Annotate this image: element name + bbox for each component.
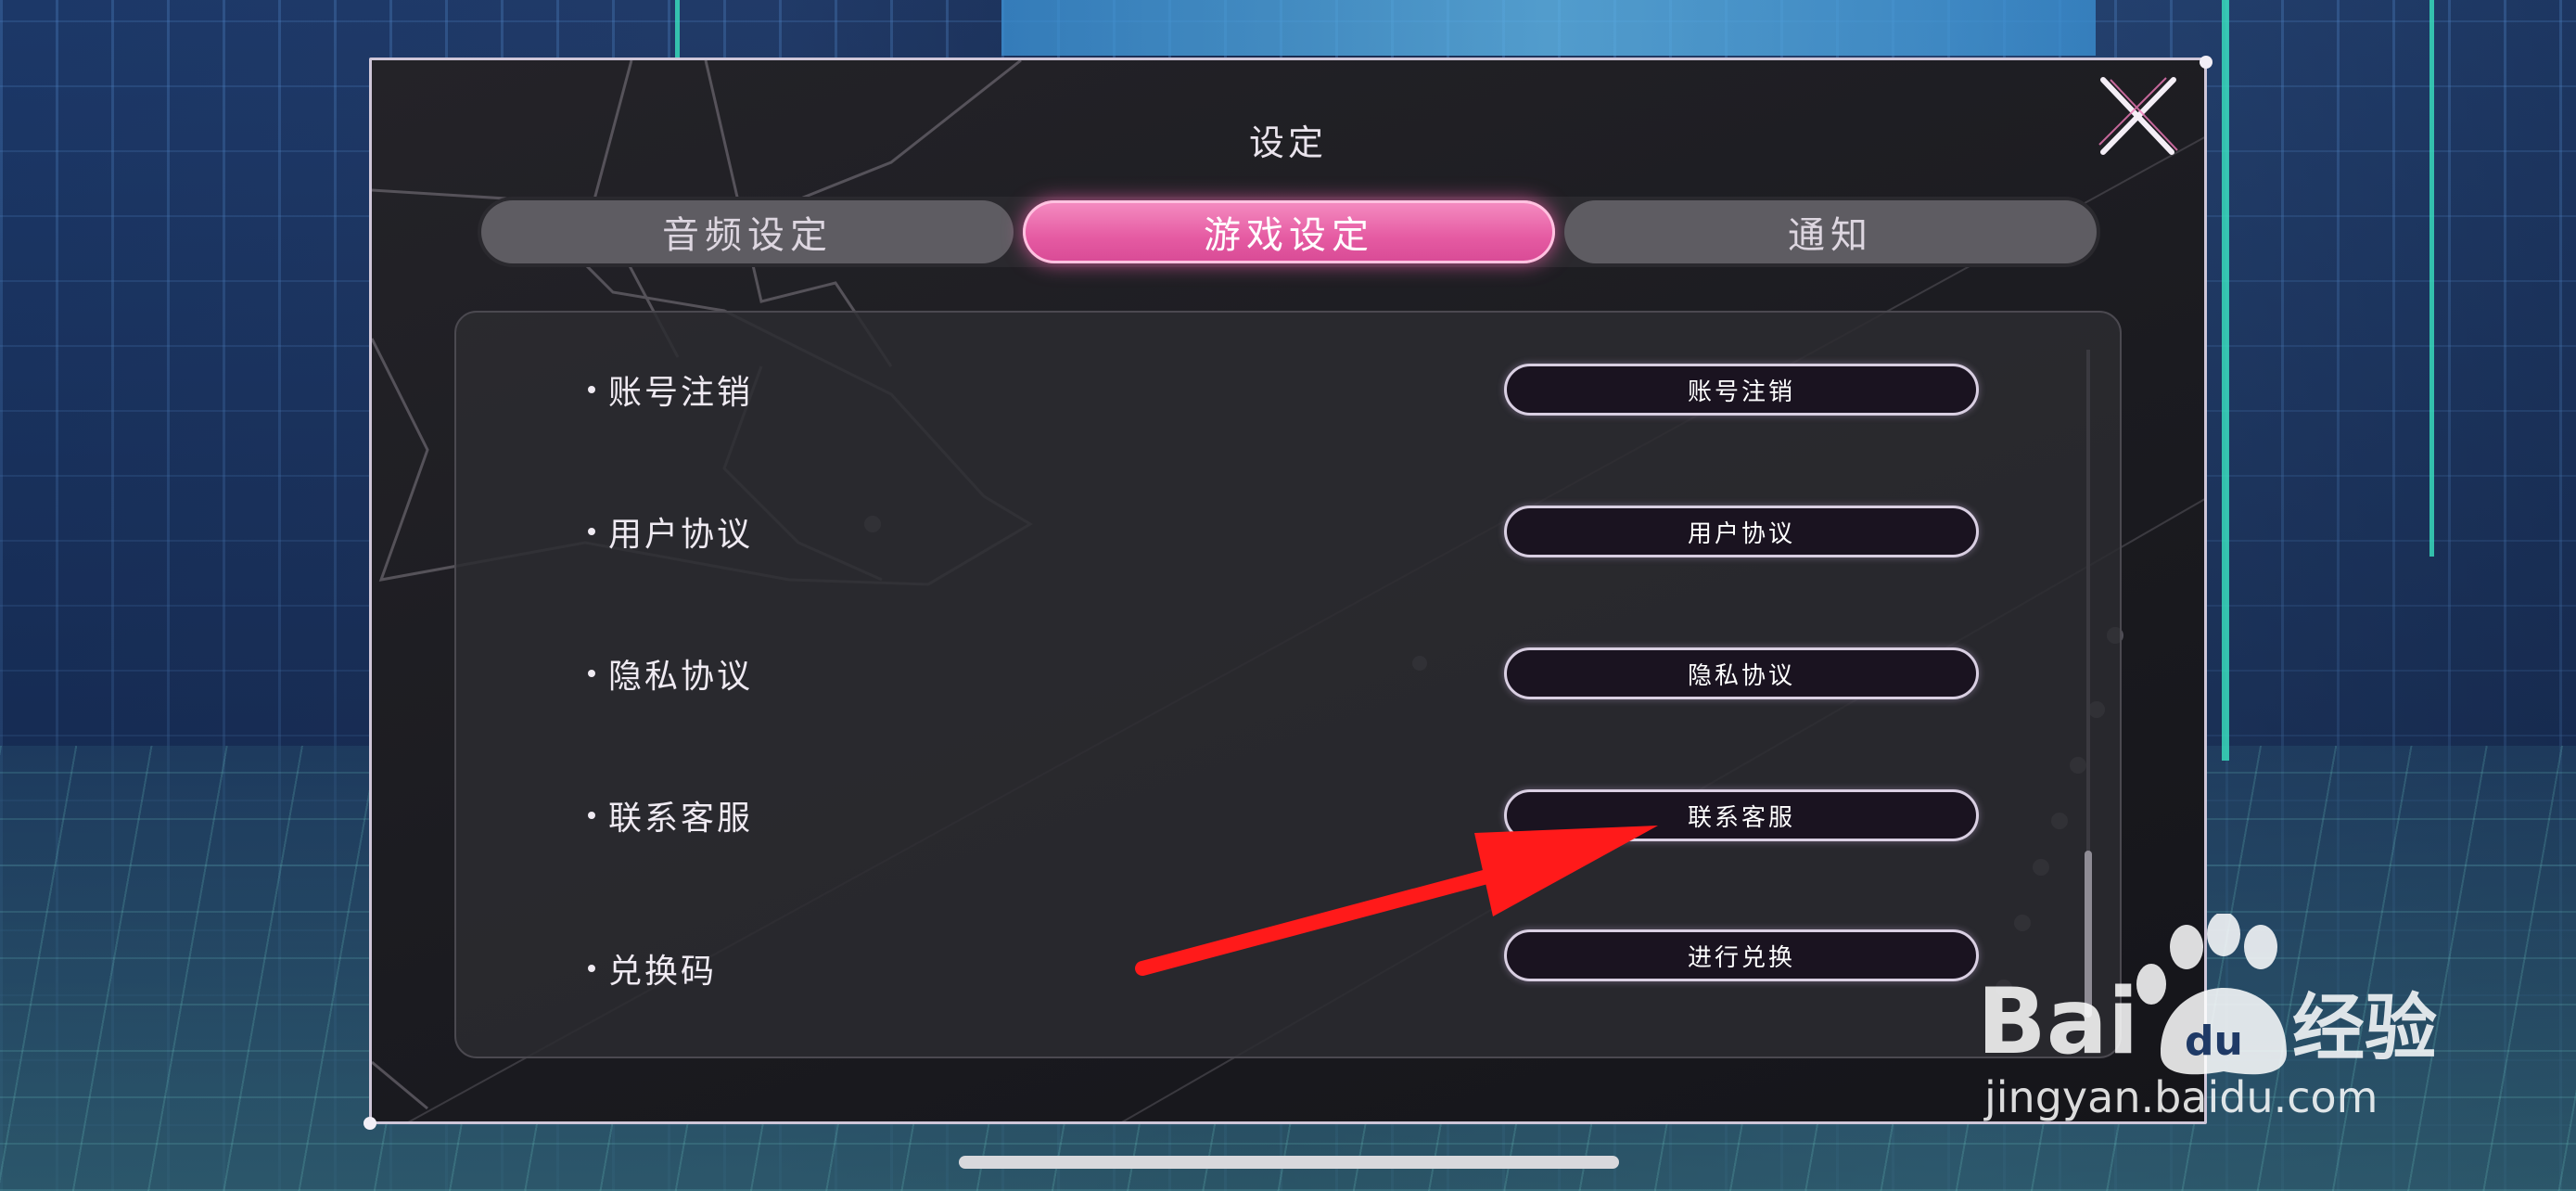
watermark-url: jingyan.baidu.com [1984,1072,2378,1122]
bullet-dot [588,670,595,677]
privacy-policy-button[interactable]: 隐私协议 [1504,647,1979,699]
row-label: 账号注销 [608,374,754,412]
background-neon-line [2429,0,2434,557]
tab-notifications[interactable]: 通知 [1564,200,2097,263]
tab-audio-settings[interactable]: 音频设定 [481,200,1014,263]
user-agreement-button[interactable]: 用户协议 [1504,506,1979,557]
close-icon[interactable] [2092,70,2185,163]
bullet-dot [588,386,595,393]
corner-dot [363,1117,376,1130]
account-cancel-button[interactable]: 账号注销 [1504,364,1979,416]
settings-row-account-cancel: 账号注销 账号注销 [456,362,2120,417]
settings-row-redeem-code: 兑换码 进行兑换 [456,929,2120,996]
tab-game-settings[interactable]: 游戏设定 [1023,200,1555,263]
contact-service-button[interactable]: 联系客服 [1504,789,1979,841]
row-label: 隐私协议 [608,658,754,696]
dialog-title: 设定 [1248,122,1327,163]
corner-dot [2200,56,2213,69]
bullet-dot [588,528,595,535]
bullet-dot [588,812,595,819]
settings-row-customer-service: 联系客服 联系客服 [456,788,2120,843]
settings-row-privacy: 隐私协议 隐私协议 [456,646,2120,701]
settings-list: 账号注销 账号注销 用户协议 用户协议 隐私协议 隐私协议 联系客服 联系客服 … [454,311,2122,1058]
background-water [1001,0,2096,56]
redeem-button[interactable]: 进行兑换 [1504,929,1979,981]
settings-row-user-agreement: 用户协议 用户协议 [456,504,2120,559]
row-label: 兑换码 [608,953,718,991]
home-indicator[interactable] [959,1156,1619,1169]
bullet-dot [588,965,595,972]
row-label: 用户协议 [608,516,754,554]
row-label: 联系客服 [608,800,754,838]
background-neon-line [2222,0,2229,761]
settings-tab-bar: 音频设定 游戏设定 通知 [478,197,2100,267]
